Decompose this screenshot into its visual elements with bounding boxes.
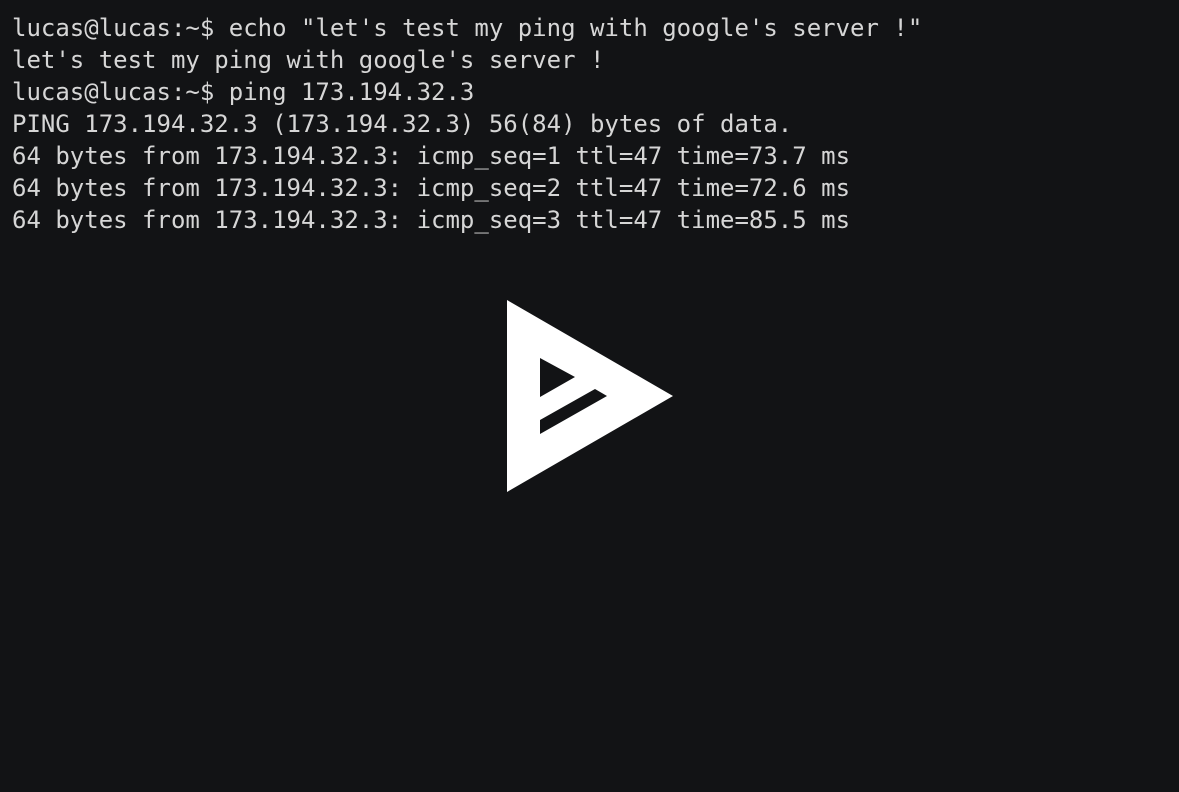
terminal-line-ping-header: PING 173.194.32.3 (173.194.32.3) 56(84) …: [12, 110, 793, 138]
terminal-line-ping-reply-2: 64 bytes from 173.194.32.3: icmp_seq=2 t…: [12, 174, 851, 202]
terminal-line-ping-reply-3: 64 bytes from 173.194.32.3: icmp_seq=3 t…: [12, 206, 851, 234]
terminal-line-echo-output: let's test my ping with google's server …: [12, 46, 605, 74]
terminal-window: lucas@lucas:~$ echo "let's test my ping …: [0, 0, 1179, 792]
terminal-line-prompt-echo: lucas@lucas:~$ echo "let's test my ping …: [12, 14, 923, 42]
terminal-line-prompt-ping: lucas@lucas:~$ ping 173.194.32.3: [12, 78, 475, 106]
asciinema-play-icon: [507, 300, 673, 492]
play-button[interactable]: [506, 300, 674, 492]
terminal-line-ping-reply-1: 64 bytes from 173.194.32.3: icmp_seq=1 t…: [12, 142, 851, 170]
